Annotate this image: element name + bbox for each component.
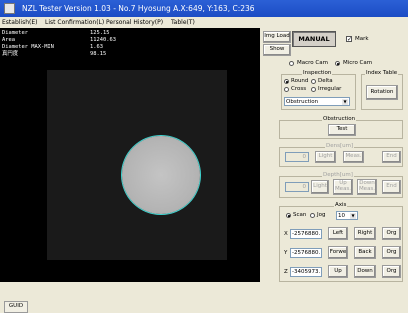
z-down-button[interactable]: Down xyxy=(354,265,376,278)
z-org-button[interactable]: Org xyxy=(382,265,401,278)
inspection-dropdown-value: Obstruction xyxy=(286,99,319,105)
chevron-down-icon: ▼ xyxy=(350,213,356,219)
obstruction-title: Obstruction xyxy=(322,116,357,122)
chevron-down-icon: ▼ xyxy=(342,99,348,105)
depth-title: Depth[um] xyxy=(322,172,354,178)
jog-radio[interactable] xyxy=(310,213,315,218)
dens-end-button[interactable]: End xyxy=(382,151,401,163)
title-bar: NZL Tester Version 1.03 - No.7 Hyosung A… xyxy=(0,0,408,17)
micro-cam-radio[interactable] xyxy=(335,61,340,66)
jog-label: Jog xyxy=(317,212,326,218)
round-label: Round xyxy=(291,78,309,84)
menu-table[interactable]: Table(T) xyxy=(171,17,195,28)
macro-cam-radio[interactable] xyxy=(289,61,294,66)
dens-title: Dens[um] xyxy=(325,143,355,149)
rotation-button[interactable]: Rotation xyxy=(366,85,398,100)
y-position-field[interactable]: -2576880. xyxy=(290,248,322,258)
depth-down-meas-button[interactable]: Down Meas. xyxy=(357,179,377,195)
x-org-button[interactable]: Org xyxy=(382,227,401,240)
depth-up-meas-button[interactable]: Up Meas. xyxy=(333,179,353,195)
area-value: 11240.63 xyxy=(90,37,116,43)
menu-establish[interactable]: Establish(E) xyxy=(2,17,38,28)
mark-checkbox[interactable]: ✓ xyxy=(346,36,352,43)
irregular-radio[interactable] xyxy=(311,87,316,92)
cross-radio[interactable] xyxy=(284,87,289,92)
y-back-button[interactable]: Back xyxy=(354,246,376,259)
guid-tab[interactable]: GUID xyxy=(4,301,28,313)
depth-end-button[interactable]: End xyxy=(382,180,401,194)
z-axis-label: Z xyxy=(284,269,288,275)
diameter-value: 125.15 xyxy=(90,30,110,36)
window-title: NZL Tester Version 1.03 - No.7 Hyosung A… xyxy=(22,4,255,13)
maxmin-label: Diameter MAX-MIN xyxy=(2,44,54,50)
img-load-button[interactable]: Img Load xyxy=(263,31,291,43)
y-forward-button[interactable]: Forwe xyxy=(328,246,348,259)
y-org-button[interactable]: Org xyxy=(382,246,401,259)
show-button[interactable]: Show xyxy=(263,44,291,56)
x-right-button[interactable]: Right xyxy=(354,227,376,240)
z-up-button[interactable]: Up xyxy=(328,265,348,278)
x-position-field[interactable]: -2576880. xyxy=(290,229,322,239)
micro-cam-label: Micro Cam xyxy=(343,60,373,66)
delta-radio[interactable] xyxy=(311,79,316,84)
menu-bar: Establish(E) List Confirmation(L) Person… xyxy=(0,17,408,28)
x-axis-label: X xyxy=(284,231,288,237)
scan-radio[interactable] xyxy=(286,213,291,218)
y-axis-label: Y xyxy=(284,250,288,256)
round-radio[interactable] xyxy=(284,79,289,84)
scan-label: Scan xyxy=(293,212,307,218)
depth-light-button[interactable]: Light xyxy=(311,180,329,194)
nozzle-hole xyxy=(122,136,200,214)
manual-button[interactable]: MANUAL xyxy=(292,31,336,47)
app-icon xyxy=(4,3,15,14)
diameter-label: Diameter xyxy=(2,30,28,36)
menu-list-confirmation[interactable]: List Confirmation(L) xyxy=(45,17,104,28)
roundness-value: 98.15 xyxy=(90,51,107,57)
step-dropdown-value: 10 xyxy=(338,213,345,219)
cross-label: Cross xyxy=(291,86,307,92)
irregular-label: Irregular xyxy=(318,86,342,92)
axis-title: Axis xyxy=(334,202,348,208)
roundness-label: 真円度 xyxy=(2,51,19,57)
z-position-field[interactable]: -3405973. xyxy=(290,267,322,277)
inspection-dropdown[interactable]: Obstruction ▼ xyxy=(284,97,350,106)
maxmin-value: 1.63 xyxy=(90,44,103,50)
step-dropdown[interactable]: 10 ▼ xyxy=(336,211,358,220)
macro-cam-label: Macro Cam xyxy=(297,60,328,66)
nozzle-image xyxy=(47,70,227,260)
index-table-title: Index Table xyxy=(365,70,399,76)
dens-light-button[interactable]: Light xyxy=(315,151,336,163)
dens-value-field[interactable]: 0 xyxy=(285,152,309,162)
test-button[interactable]: Test xyxy=(328,124,356,136)
inspection-title: Inspection xyxy=(302,70,333,76)
dens-meas-button[interactable]: Meas. xyxy=(343,151,364,163)
camera-view[interactable]: Diameter 125.15 Area 11240.63 Diameter M… xyxy=(0,28,260,282)
menu-personal-history[interactable]: Personal History(P) xyxy=(106,17,163,28)
mark-label: Mark xyxy=(355,36,369,42)
depth-value-field[interactable]: 0 xyxy=(285,182,309,192)
x-left-button[interactable]: Left xyxy=(328,227,348,240)
area-label: Area xyxy=(2,37,15,43)
delta-label: Delta xyxy=(318,78,333,84)
